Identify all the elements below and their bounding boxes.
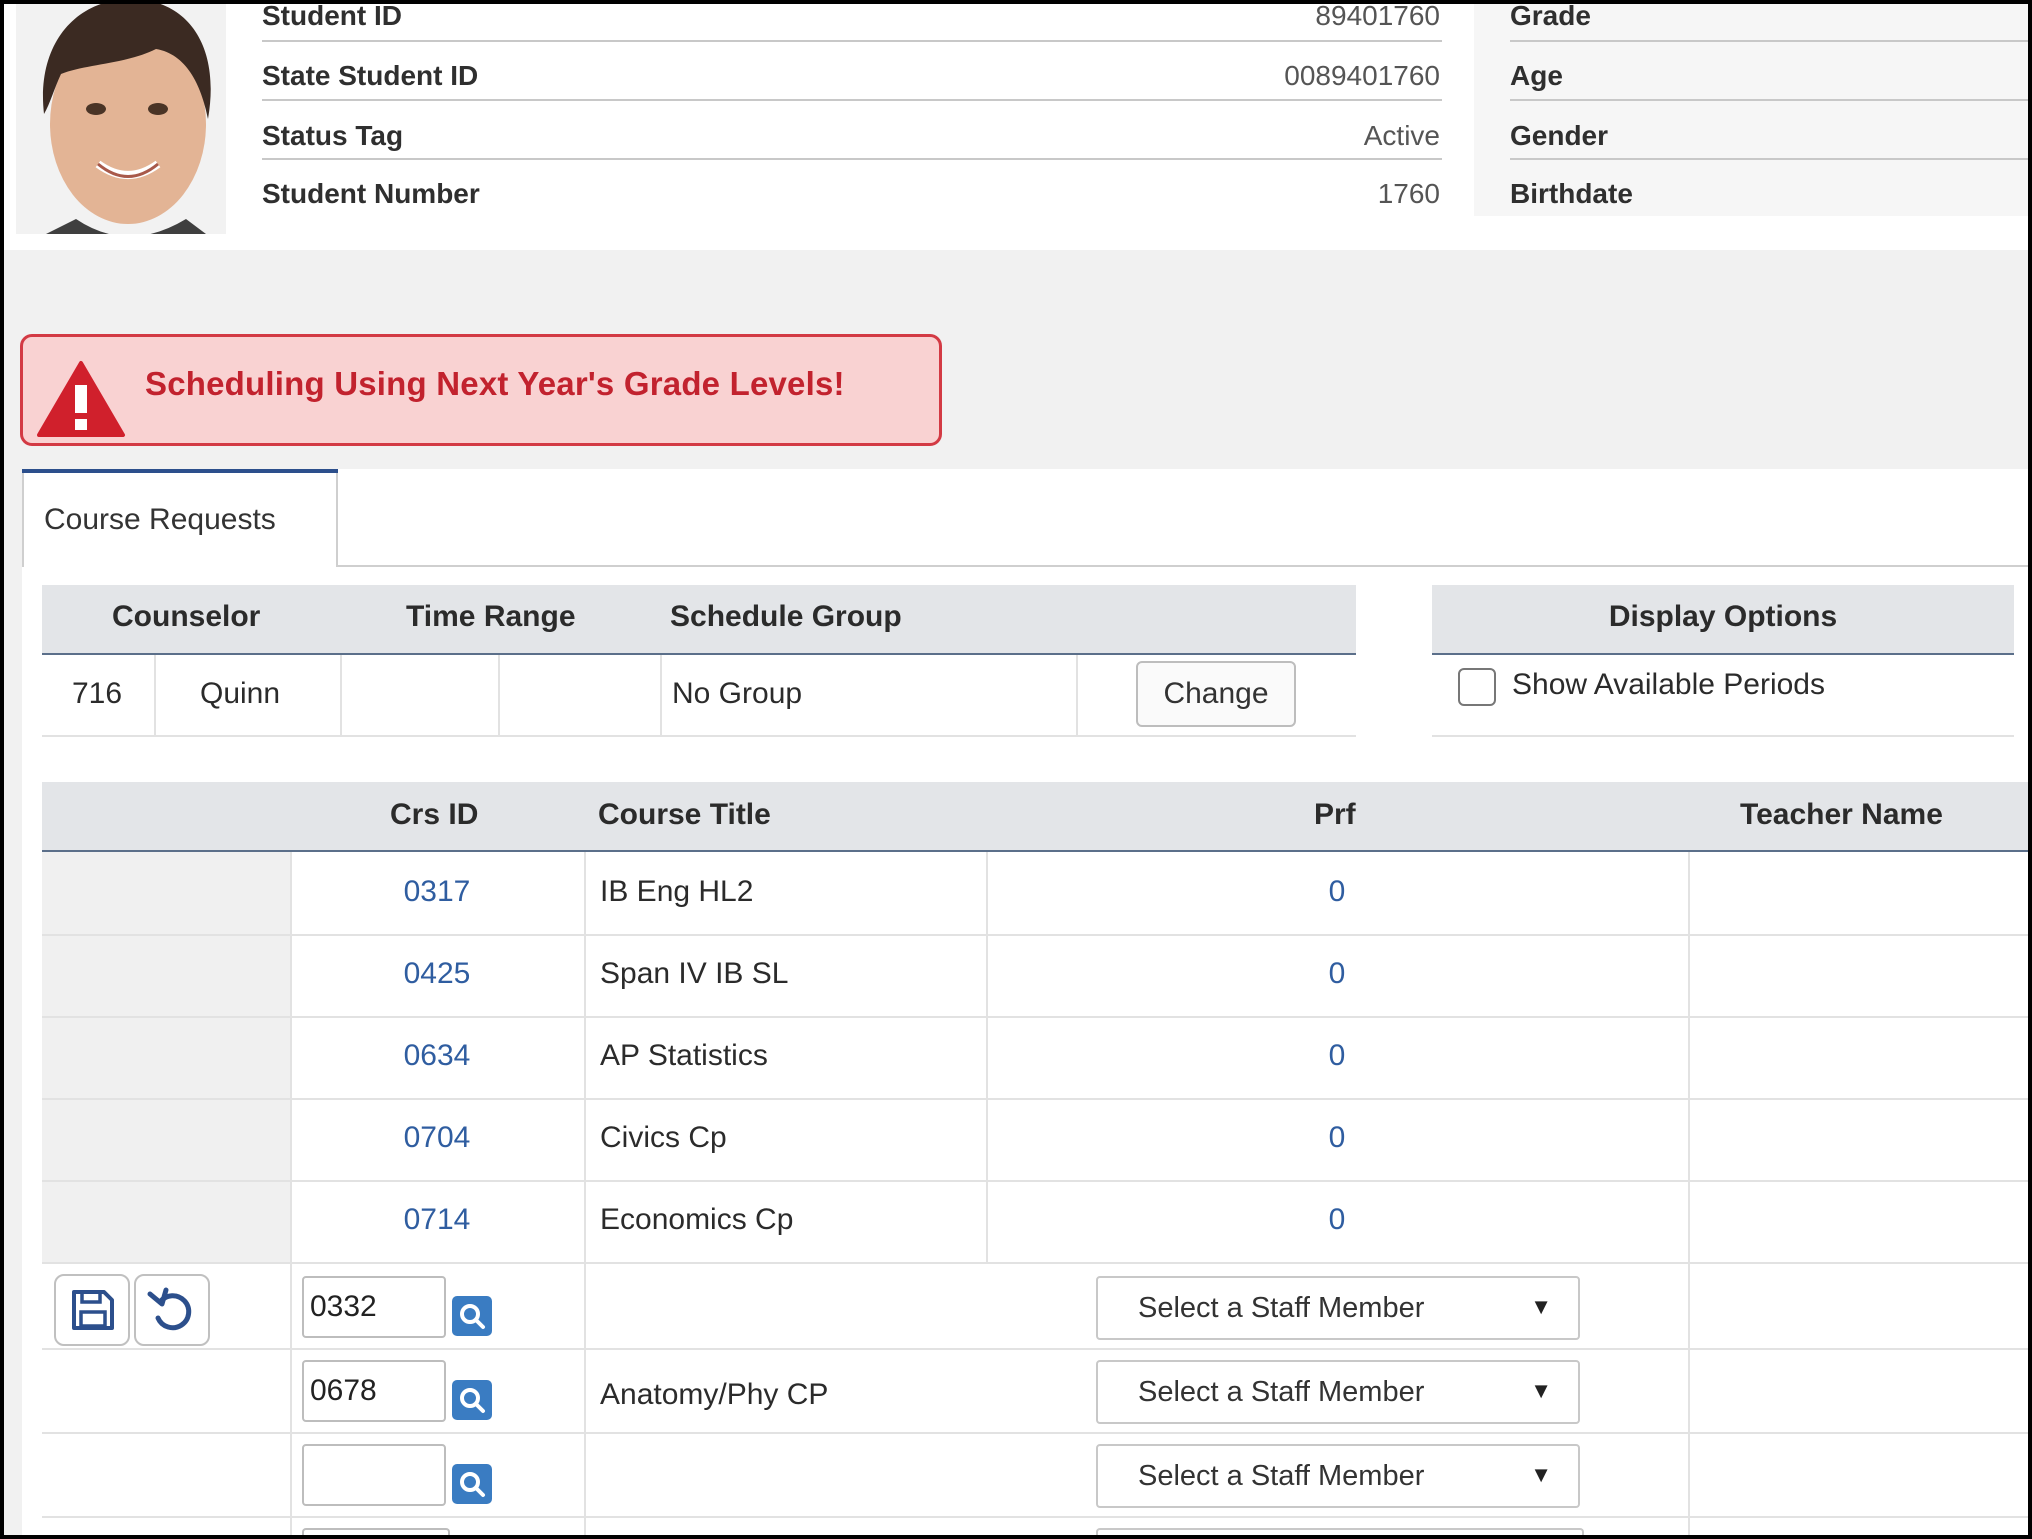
table-row-prf[interactable]: 0 [986,1121,1688,1155]
requests-table-header [42,782,2028,852]
tab-label: Course Requests [44,503,276,536]
grade-level-warning-banner: Scheduling Using Next Year's Grade Level… [20,334,942,446]
undo-button[interactable] [134,1274,210,1346]
caret-down-icon: ▼ [1530,1378,1552,1403]
staff-member-select[interactable]: Select a Staff Member ▼ [1096,1444,1580,1508]
table-row-course-title: Anatomy/Phy CP [600,1378,829,1411]
counselor-name: Quinn [200,677,281,710]
row-action-column [42,852,290,1264]
prf-header: Prf [1314,798,1356,831]
crs-id-input[interactable]: 0332 [302,1276,446,1338]
course-search-button[interactable] [452,1464,492,1504]
student-header: Student ID 89401760 State Student ID 008… [4,4,2028,250]
table-row-course-title: IB Eng HL2 [600,875,754,908]
table-row-crs-id[interactable]: 0704 [290,1121,584,1155]
table-row-crs-id[interactable]: 0425 [290,957,584,991]
schedule-group-header: Schedule Group [670,600,902,633]
student-id-label: Student ID [262,0,402,31]
birthdate-label: Birthdate [1510,178,1633,209]
search-icon [460,1388,485,1413]
search-icon [460,1472,485,1497]
student-id-value: 89401760 [1315,0,1440,31]
student-number-value: 1760 [1377,178,1440,209]
counselor-id: 716 [72,677,123,710]
table-row-course-title: Economics Cp [600,1203,794,1236]
table-row-course-title: Civics Cp [600,1121,727,1154]
table-row-course-title: AP Statistics [600,1039,768,1072]
show-available-periods-checkbox[interactable] [1458,668,1496,706]
table-row-prf[interactable]: 0 [986,957,1688,991]
age-label: Age [1510,60,1563,91]
course-search-button[interactable] [452,1296,492,1336]
gender-label: Gender [1510,120,1609,151]
time-range-header: Time Range [406,600,576,633]
caret-down-icon: ▼ [1530,1294,1552,1319]
staff-select-value: Select a Staff Member [1138,1376,1425,1408]
show-available-periods-label: Show Available Periods [1512,668,1825,701]
crs-id-header: Crs ID [390,798,479,831]
staff-select-value: Select a Staff Member [1138,1292,1425,1324]
staff-select-value: Select a Staff Member [1138,1460,1425,1492]
display-options-title: Display Options [1608,600,1838,633]
staff-member-select[interactable]: Select a Staff Member ▼ [1096,1276,1580,1340]
table-row-prf[interactable]: 0 [986,1203,1688,1237]
staff-member-select[interactable]: Select a Staff Member ▼ [1096,1360,1580,1424]
teacher-name-header: Teacher Name [1740,798,1943,831]
state-student-id-label: State Student ID [262,60,479,91]
tab-course-requests[interactable]: Course Requests [22,473,338,567]
warning-icon [37,361,125,437]
table-row-prf[interactable]: 0 [986,875,1688,909]
table-row-crs-id[interactable]: 0317 [290,875,584,909]
schedule-group-value: No Group [672,677,803,710]
course-title-header: Course Title [598,798,771,831]
save-icon [72,1290,114,1330]
app-frame: Student ID 89401760 State Student ID 008… [0,0,2032,1539]
counselor-header: Counselor [112,600,261,633]
course-search-button[interactable] [452,1380,492,1420]
table-row-course-title: Span IV IB SL [600,957,789,990]
student-number-label: Student Number [262,178,480,209]
save-button[interactable] [54,1274,130,1346]
state-student-id-value: 0089401760 [1284,60,1440,91]
status-tag-label: Status Tag [262,120,404,151]
table-row-crs-id[interactable]: 0714 [290,1203,584,1237]
table-row-crs-id[interactable]: 0634 [290,1039,584,1073]
status-tag-value: Active [1363,120,1440,151]
undo-icon [147,1287,192,1331]
change-group-button[interactable]: Change [1136,661,1296,727]
student-photo [16,4,226,237]
warning-text: Scheduling Using Next Year's Grade Level… [145,365,845,402]
crs-id-input[interactable] [302,1444,446,1506]
table-row-prf[interactable]: 0 [986,1039,1688,1073]
grade-label: Grade [1510,0,1591,31]
crs-id-input[interactable]: 0678 [302,1360,446,1422]
caret-down-icon: ▼ [1530,1462,1552,1487]
search-icon [460,1304,485,1329]
